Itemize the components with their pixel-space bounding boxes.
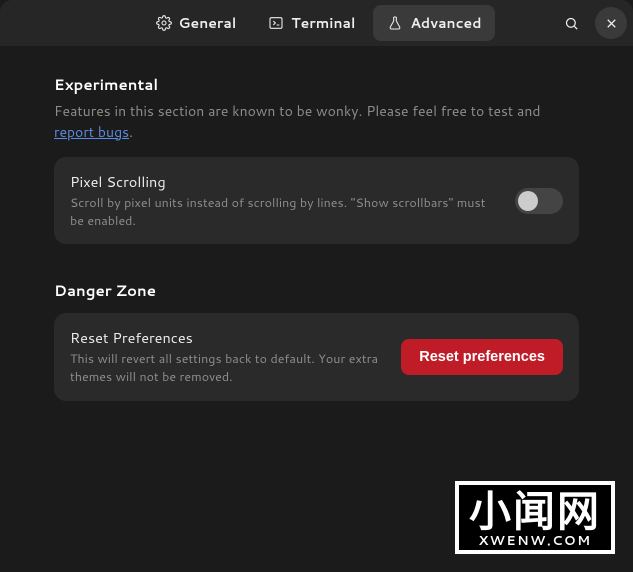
- section-danger-zone: Danger Zone Reset Preferences This will …: [54, 280, 579, 400]
- header-right: [555, 7, 627, 39]
- row-text: Reset Preferences This will revert all s…: [70, 327, 385, 386]
- section-experimental: Experimental Features in this section ar…: [54, 74, 579, 244]
- close-button[interactable]: [595, 7, 627, 39]
- pixel-scrolling-switch[interactable]: [515, 188, 563, 214]
- subtitle-suffix: .: [129, 122, 133, 142]
- row-text: Pixel Scrolling Scroll by pixel units in…: [70, 171, 499, 230]
- headerbar: General Terminal Advanced: [0, 0, 633, 46]
- tab-terminal[interactable]: Terminal: [254, 5, 369, 41]
- row-title: Reset Preferences: [70, 327, 385, 348]
- content: Experimental Features in this section ar…: [0, 46, 633, 465]
- row-title: Pixel Scrolling: [70, 171, 499, 192]
- report-bugs-link[interactable]: report bugs: [54, 122, 129, 142]
- tab-label: Advanced: [410, 13, 481, 33]
- tab-general[interactable]: General: [142, 5, 251, 41]
- flask-icon: [387, 15, 403, 31]
- reset-preferences-button[interactable]: Reset preferences: [401, 339, 563, 375]
- switch-knob: [518, 191, 538, 211]
- row-desc: Scroll by pixel units instead of scrolli…: [70, 194, 499, 230]
- view-switcher: General Terminal Advanced: [142, 5, 496, 41]
- section-title: Danger Zone: [54, 280, 579, 301]
- watermark-cn: 小闻网: [469, 491, 601, 533]
- tab-label: General: [179, 13, 237, 33]
- close-icon: [604, 16, 619, 31]
- search-icon: [564, 16, 579, 31]
- row-reset-preferences: Reset Preferences This will revert all s…: [54, 313, 579, 400]
- subtitle-text: Features in this section are known to be…: [54, 101, 541, 121]
- gear-icon: [156, 15, 172, 31]
- section-title: Experimental: [54, 74, 579, 95]
- tab-label: Terminal: [291, 13, 355, 33]
- row-desc: This will revert all settings back to de…: [70, 350, 385, 386]
- tab-advanced[interactable]: Advanced: [373, 5, 495, 41]
- watermark: 小闻网 XWENW.COM: [455, 481, 615, 554]
- row-pixel-scrolling[interactable]: Pixel Scrolling Scroll by pixel units in…: [54, 157, 579, 244]
- watermark-en: XWENW.COM: [469, 535, 601, 548]
- terminal-icon: [268, 15, 284, 31]
- section-subtitle: Features in this section are known to be…: [54, 101, 579, 143]
- search-button[interactable]: [555, 7, 587, 39]
